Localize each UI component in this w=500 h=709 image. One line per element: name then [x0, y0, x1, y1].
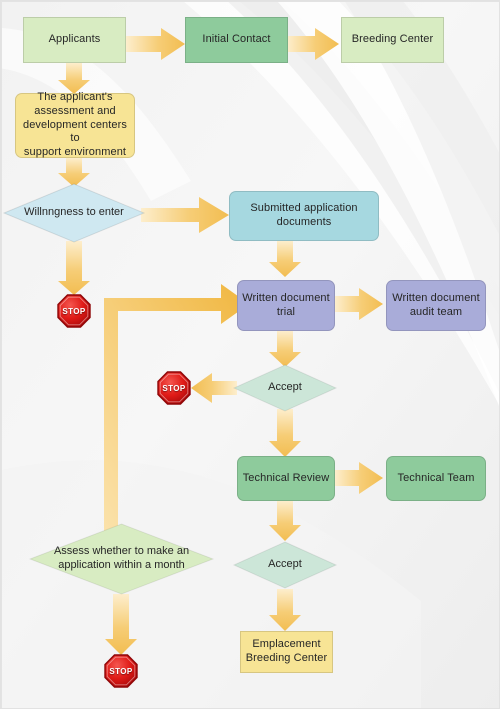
node-initial-contact-label: Initial Contact — [202, 33, 271, 46]
node-willingness-label: Willnngness to enter — [24, 206, 124, 219]
flowchart-canvas: Applicants Initial Contact Breeding Cent… — [0, 0, 500, 709]
node-willingness-to-enter[interactable]: Willnngness to enter — [3, 183, 145, 243]
node-applicant-assessment-line-4: support environment — [23, 146, 127, 159]
node-technical-team[interactable]: Technical Team — [386, 456, 486, 501]
stop-sign-1[interactable]: STOP — [57, 294, 91, 328]
stop-sign-3[interactable]: STOP — [104, 654, 138, 688]
node-accept-1[interactable]: Accept — [233, 364, 337, 412]
node-assess-within-month-label: Assess whether to make an application wi… — [29, 523, 214, 595]
node-assess-within-month-line-2: application within a month — [58, 559, 185, 571]
node-submitted-documents-line-2: documents — [276, 216, 332, 228]
node-written-document-trial-line-1: Written document — [242, 291, 330, 304]
stop-sign-2-label: STOP — [162, 383, 186, 393]
node-technical-team-label: Technical Team — [397, 471, 475, 484]
node-emplacement-line-2: Breeding Center — [245, 652, 328, 664]
node-submitted-documents[interactable]: Submitted application documents — [229, 191, 379, 241]
node-initial-contact[interactable]: Initial Contact — [185, 17, 288, 63]
node-written-document-audit-team-line-2: audit team — [409, 305, 463, 318]
stop-sign-1-label: STOP — [62, 306, 86, 316]
node-written-document-audit-team[interactable]: Written document audit team — [386, 280, 486, 331]
node-emplacement-breeding-center[interactable]: Emplacement Breeding Center — [240, 631, 333, 673]
stop-sign-3-label: STOP — [109, 666, 133, 676]
node-emplacement-line-1: Emplacement — [252, 638, 321, 651]
node-applicant-assessment-line-3: development centers to — [22, 118, 127, 145]
node-written-document-audit-team-line-1: Written document — [392, 291, 480, 304]
stop-sign-2[interactable]: STOP — [157, 371, 191, 405]
node-assess-within-month[interactable]: Assess whether to make an application wi… — [29, 523, 214, 595]
node-accept-2-label: Accept — [268, 558, 302, 571]
node-accept-1-label: Accept — [268, 381, 302, 394]
node-assess-within-month-line-1: Assess whether to make an — [53, 545, 190, 558]
node-applicants-label: Applicants — [48, 33, 101, 46]
node-applicant-assessment-line-2: assessment and — [34, 104, 116, 117]
node-breeding-center-label: Breeding Center — [351, 33, 434, 46]
node-applicant-assessment-line-1: The applicant's — [37, 91, 113, 104]
node-written-document-trial[interactable]: Written document trial — [237, 280, 335, 331]
node-applicant-assessment[interactable]: The applicant's assessment and developme… — [15, 91, 135, 159]
node-written-document-trial-line-2: trial — [276, 305, 296, 318]
node-technical-review[interactable]: Technical Review — [237, 456, 335, 501]
node-accept-2[interactable]: Accept — [233, 541, 337, 589]
node-applicants[interactable]: Applicants — [23, 17, 126, 63]
node-submitted-documents-line-1: Submitted application — [250, 202, 358, 215]
node-breeding-center[interactable]: Breeding Center — [341, 17, 444, 63]
node-technical-review-label: Technical Review — [242, 471, 330, 484]
